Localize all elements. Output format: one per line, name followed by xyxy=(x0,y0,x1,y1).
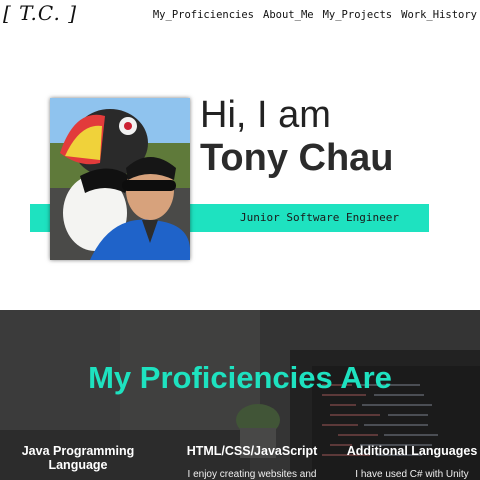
proficiency-title: Additional Languages xyxy=(346,444,478,458)
profile-photo xyxy=(50,98,190,260)
person-name: Tony Chau xyxy=(200,137,394,179)
proficiencies-heading: My Proficiencies Are xyxy=(88,360,392,395)
proficiency-card-additional: Additional Languages I have used C# with… xyxy=(337,444,480,480)
greeting-text: Hi, I am xyxy=(200,94,331,136)
proficiency-card-web: HTML/CSS/JavaScript I enjoy creating web… xyxy=(177,444,327,480)
proficiencies-section: My Proficiencies Are Java Programming La… xyxy=(0,310,480,480)
job-title: Junior Software Engineer xyxy=(240,211,399,224)
main-nav: My_Proficiencies About_Me My_Projects Wo… xyxy=(153,9,477,21)
top-navigation-bar: [ T.C. ] My_Proficiencies About_Me My_Pr… xyxy=(0,0,480,30)
proficiency-title: HTML/CSS/JavaScript xyxy=(186,444,318,458)
nav-link-projects[interactable]: My_Projects xyxy=(323,9,393,21)
nav-link-proficiencies[interactable]: My_Proficiencies xyxy=(153,9,254,21)
nav-link-about-me[interactable]: About_Me xyxy=(263,9,314,21)
proficiency-title: Java Programming Language xyxy=(21,444,135,472)
hero-section: Junior Software Engineer Hi, I am Tony C… xyxy=(0,30,480,310)
proficiency-description: I have used C# with Unity xyxy=(355,469,469,480)
proficiency-card-java: Java Programming Language xyxy=(3,444,153,480)
proficiency-description: I enjoy creating websites and xyxy=(187,469,317,480)
nav-link-work-history[interactable]: Work_History xyxy=(401,9,477,21)
site-logo[interactable]: [ T.C. ] xyxy=(3,1,77,25)
profile-photo-illustration xyxy=(50,98,190,260)
